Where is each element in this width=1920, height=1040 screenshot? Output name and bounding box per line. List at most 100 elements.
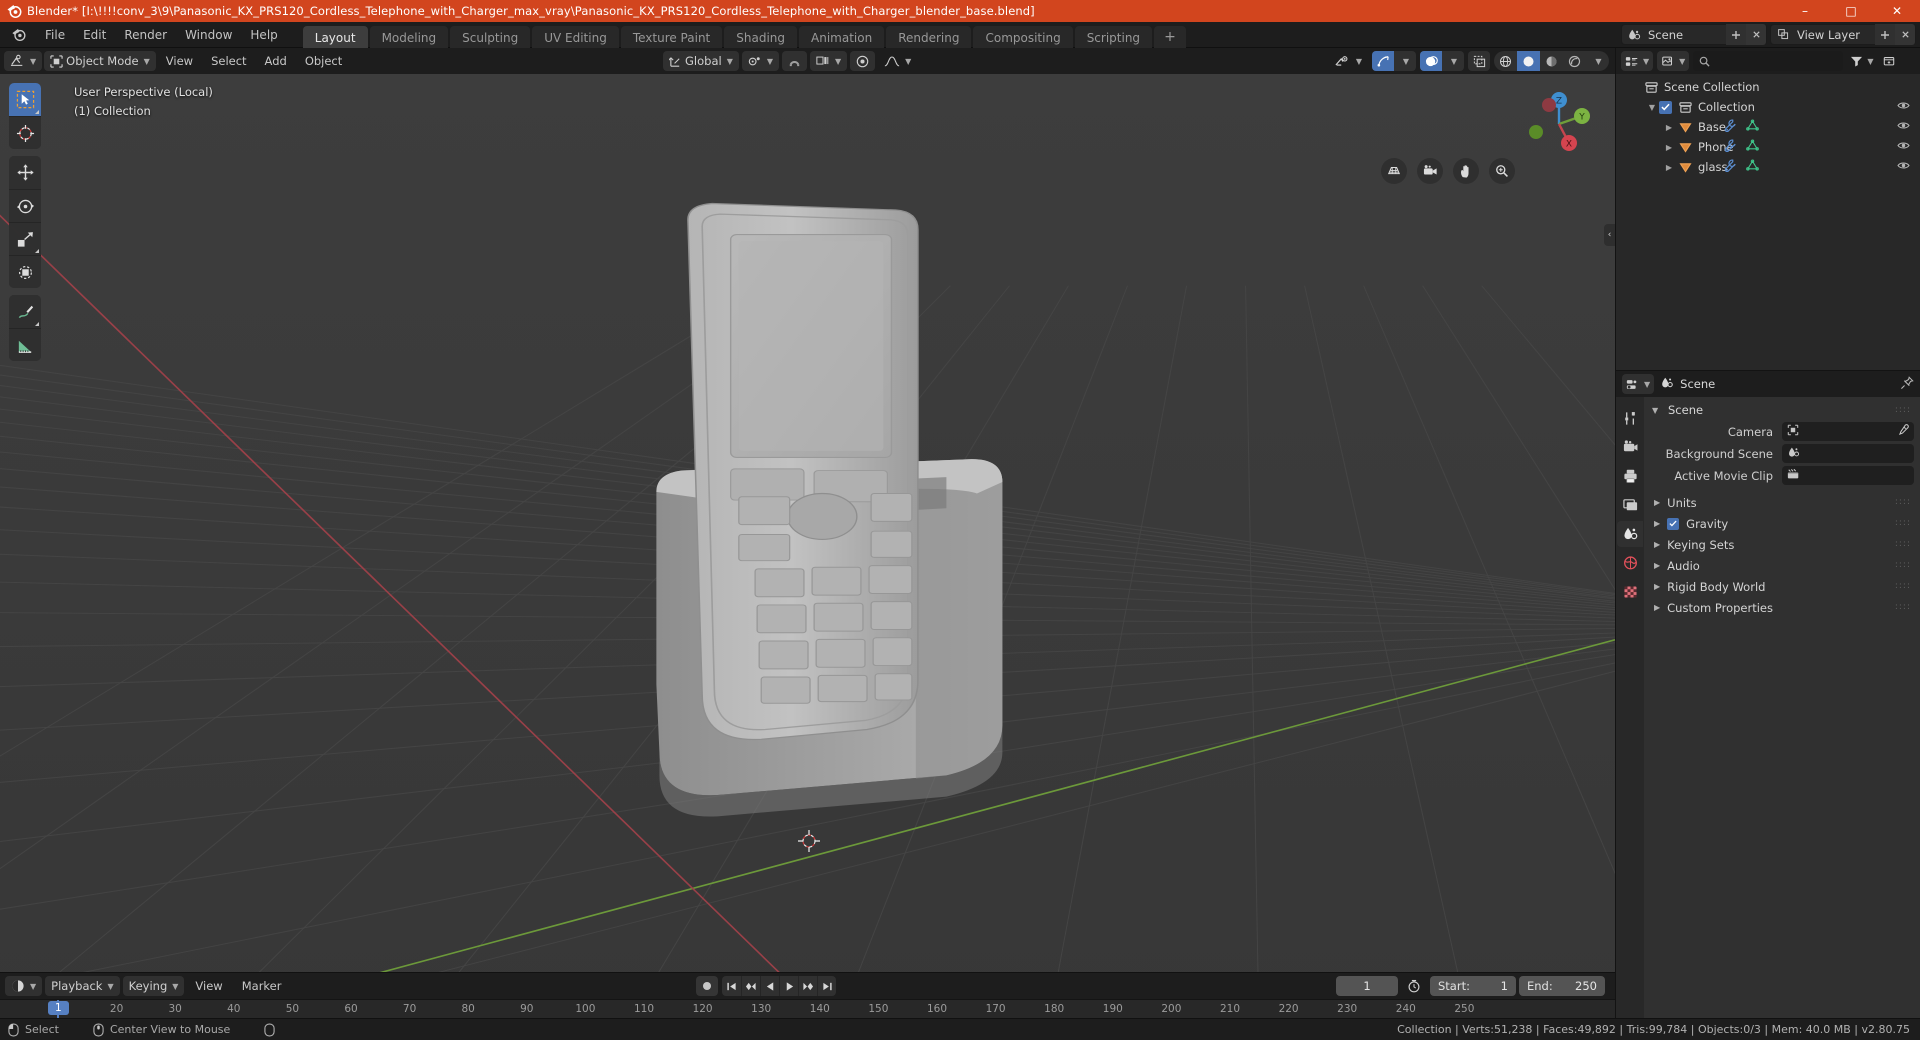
viewport-menu-view[interactable]: View xyxy=(158,51,201,71)
subpanel-keying-sets[interactable]: ▶ Keying Sets:::: xyxy=(1644,534,1920,555)
modifier-wrench-icon[interactable] xyxy=(1724,139,1737,155)
property-field-background-scene[interactable] xyxy=(1782,444,1914,463)
tab-rendering[interactable]: Rendering xyxy=(886,25,972,48)
pin-id-icon[interactable] xyxy=(1900,375,1914,394)
remove-view-layer-button[interactable] xyxy=(1895,24,1915,45)
subpanel-enable-checkbox[interactable] xyxy=(1667,517,1680,530)
properties-editor-type-selector[interactable]: ▼ xyxy=(1622,374,1655,394)
rendered-shading-button[interactable] xyxy=(1563,51,1586,71)
tab-output-properties[interactable] xyxy=(1617,463,1643,489)
editor-type-selector[interactable]: ▼ xyxy=(4,51,43,71)
outliner-exclude-checkbox[interactable] xyxy=(1659,100,1672,114)
object-type-visibility-selector[interactable]: ▼ xyxy=(1329,51,1368,71)
visibility-eye-icon[interactable] xyxy=(1897,100,1910,114)
add-workspace-button[interactable]: + xyxy=(1154,25,1186,48)
outliner-search-input[interactable] xyxy=(1693,51,1844,71)
outliner-item-base[interactable]: ▶ Base xyxy=(1616,117,1920,137)
outliner-item-collection[interactable]: ▼ Collection xyxy=(1616,97,1920,117)
subpanel-gravity[interactable]: ▶ Gravity:::: xyxy=(1644,513,1920,534)
overlay-options-dropdown[interactable]: ▼ xyxy=(1442,51,1464,71)
jump-to-end-button[interactable] xyxy=(817,976,836,996)
viewport-menu-object[interactable]: Object xyxy=(297,51,350,71)
tool-cursor[interactable] xyxy=(9,116,41,149)
tool-move[interactable] xyxy=(9,156,41,189)
visibility-eye-icon[interactable] xyxy=(1897,160,1910,174)
tab-layout[interactable]: Layout xyxy=(302,25,368,48)
tool-tweak-select-box[interactable] xyxy=(9,83,41,116)
proportional-falloff-selector[interactable]: ▼ xyxy=(878,51,917,71)
viewport-menu-add[interactable]: Add xyxy=(257,51,295,71)
snap-target-selector[interactable]: ▼ xyxy=(810,51,848,71)
tool-rotate[interactable] xyxy=(9,189,41,222)
tab-compositing[interactable]: Compositing xyxy=(973,25,1073,48)
scene-panel-header[interactable]: ▼ Scene :::: xyxy=(1644,400,1920,420)
tab-texture-paint[interactable]: Texture Paint xyxy=(620,25,723,48)
menu-help[interactable]: Help xyxy=(241,25,286,45)
menu-file[interactable]: File xyxy=(36,25,74,45)
navigation-gizmo[interactable]: Z Y X xyxy=(1525,90,1593,158)
tab-world-properties[interactable] xyxy=(1617,550,1643,576)
proportional-editing-toggle[interactable] xyxy=(850,51,876,71)
use-preview-range-icon[interactable] xyxy=(1401,976,1427,996)
camera-view-icon[interactable] xyxy=(1417,158,1443,184)
subpanel-rigid-body-world[interactable]: ▶ Rigid Body World:::: xyxy=(1644,576,1920,597)
property-field-active-movie-clip[interactable] xyxy=(1782,466,1914,485)
tool-annotate[interactable] xyxy=(9,295,41,328)
material-preview-button[interactable] xyxy=(1540,51,1563,71)
tool-transform[interactable] xyxy=(9,255,41,288)
outliner-display-mode-selector[interactable]: ▼ xyxy=(1657,51,1690,71)
outliner-disclosure-triangle-icon[interactable]: ▶ xyxy=(1662,163,1676,172)
pivot-point-selector[interactable]: ▼ xyxy=(741,51,779,71)
show-overlays-toggle[interactable] xyxy=(1420,51,1442,71)
timeline-scrubbing-area[interactable]: 1020304050607080901001101201301401501601… xyxy=(0,999,1615,1018)
tab-view-layer-properties[interactable] xyxy=(1617,492,1643,518)
timeline-playhead[interactable]: 1 xyxy=(48,1000,69,1018)
toggle-xray-button[interactable] xyxy=(1468,51,1490,71)
outliner-disclosure-triangle-icon[interactable]: ▶ xyxy=(1662,123,1676,132)
auto-keying-button[interactable] xyxy=(696,976,718,996)
mesh-data-icon[interactable] xyxy=(1746,119,1759,135)
visibility-eye-icon[interactable] xyxy=(1897,120,1910,134)
visibility-eye-icon[interactable] xyxy=(1897,140,1910,154)
outliner-item-glass[interactable]: ▶ glass xyxy=(1616,157,1920,177)
jump-to-start-button[interactable] xyxy=(722,976,741,996)
tab-uv-editing[interactable]: UV Editing xyxy=(532,25,619,48)
menu-window[interactable]: Window xyxy=(176,25,241,45)
telephone-model[interactable] xyxy=(0,74,1615,972)
view-layer-selector[interactable]: View Layer xyxy=(1770,24,1916,45)
sidebar-collapse-arrow-icon[interactable]: ‹ xyxy=(1604,224,1615,246)
timeline-menu-marker[interactable]: Marker xyxy=(234,976,290,996)
solid-shading-button[interactable] xyxy=(1517,51,1540,71)
tab-render-properties[interactable] xyxy=(1617,434,1643,460)
tab-sculpting[interactable]: Sculpting xyxy=(450,25,531,48)
timeline-editor-type-selector[interactable]: ▼ xyxy=(5,976,43,996)
jump-to-next-keyframe-button[interactable] xyxy=(798,976,817,996)
timeline-menu-playback[interactable]: Playback ▼ xyxy=(45,976,120,996)
blender-menu-icon[interactable] xyxy=(6,23,30,47)
shading-options-dropdown[interactable]: ▼ xyxy=(1586,51,1609,71)
zoom-view-icon[interactable] xyxy=(1489,158,1515,184)
subpanel-audio[interactable]: ▶ Audio:::: xyxy=(1644,555,1920,576)
interaction-mode-selector[interactable]: Object Mode ▼ xyxy=(44,51,156,71)
tab-shading[interactable]: Shading xyxy=(724,25,797,48)
transform-orientation-selector[interactable]: Global ▼ xyxy=(663,51,739,71)
menu-render[interactable]: Render xyxy=(115,25,176,45)
outliner-disclosure-triangle-icon[interactable]: ▶ xyxy=(1662,143,1676,152)
viewport-menu-select[interactable]: Select xyxy=(203,51,254,71)
move-view-hand-icon[interactable] xyxy=(1453,158,1479,184)
snap-magnet-toggle[interactable] xyxy=(782,51,807,71)
new-view-layer-button[interactable] xyxy=(1875,24,1895,45)
jump-to-prev-keyframe-button[interactable] xyxy=(741,976,760,996)
play-reverse-button[interactable] xyxy=(760,976,779,996)
viewport-3d-canvas[interactable]: User Perspective (Local) (1) Collection xyxy=(0,74,1615,972)
play-button[interactable] xyxy=(779,976,798,996)
tab-texture-properties[interactable] xyxy=(1617,579,1643,605)
end-frame-field[interactable]: End: 250 xyxy=(1519,976,1605,996)
new-scene-button[interactable] xyxy=(1726,24,1746,45)
mesh-data-icon[interactable] xyxy=(1746,159,1759,175)
wireframe-shading-button[interactable] xyxy=(1494,51,1517,71)
scene-selector[interactable]: Scene xyxy=(1621,24,1767,45)
timeline-menu-keying[interactable]: Keying ▼ xyxy=(122,976,185,996)
mesh-data-icon[interactable] xyxy=(1746,139,1759,155)
outliner-editor-type-selector[interactable]: ▼ xyxy=(1621,51,1654,71)
